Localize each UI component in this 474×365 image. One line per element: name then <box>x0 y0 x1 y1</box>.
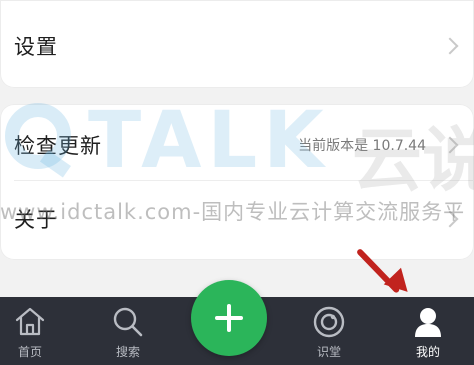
focus-circle-icon <box>313 306 345 338</box>
chevron-right-icon <box>441 37 459 55</box>
watermark-logo-mark-icon <box>5 103 71 178</box>
watermark-logo-cn: 云说 <box>352 119 474 201</box>
annotation-arrow-head <box>383 267 417 301</box>
home-icon <box>15 307 45 336</box>
person-icon <box>415 308 441 337</box>
tab-home[interactable]: 首页 <box>0 297 60 365</box>
settings-card: 设置 <box>0 0 474 88</box>
search-icon <box>113 307 143 337</box>
tab-search[interactable]: 搜索 <box>98 297 158 365</box>
settings-row[interactable]: 设置 <box>0 20 474 72</box>
tab-shitang[interactable]: 识堂 <box>299 297 359 365</box>
add-button[interactable] <box>191 280 267 356</box>
plus-icon <box>227 304 231 332</box>
tab-home-label: 首页 <box>17 345 42 359</box>
tab-mine[interactable]: 我的 <box>398 297 458 365</box>
watermark-line: www.idctalk.com-国内专业云计算交流服务平 <box>0 200 466 224</box>
tab-shitang-label: 识堂 <box>316 345 341 359</box>
watermark-logo-text: TALK <box>88 96 330 186</box>
tab-mine-label: 我的 <box>415 345 440 359</box>
settings-label: 设置 <box>14 35 58 59</box>
tab-search-label: 搜索 <box>115 345 140 359</box>
